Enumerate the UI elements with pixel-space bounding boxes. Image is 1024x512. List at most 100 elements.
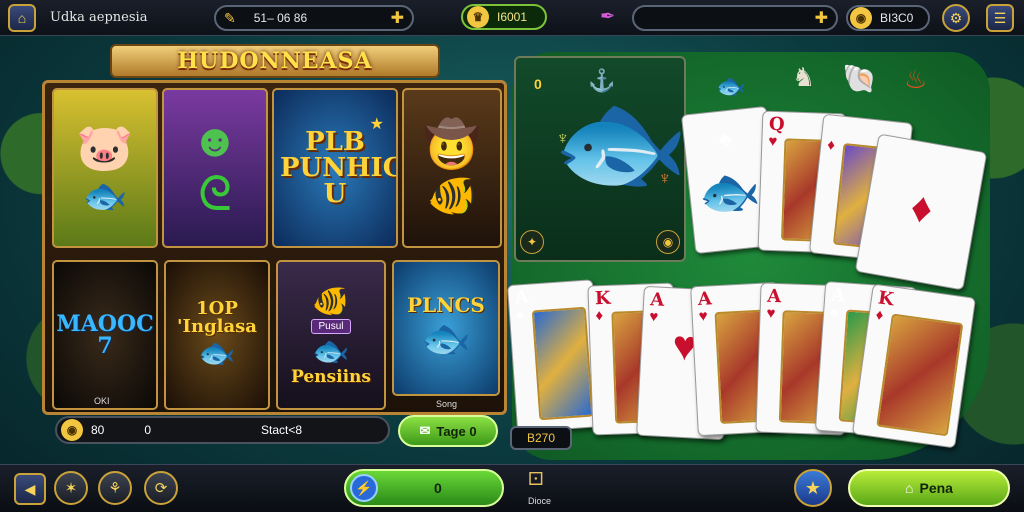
star-icon: ★ [804, 477, 822, 498]
slot-title: HUDONNEASA [177, 48, 373, 74]
slot-status-bar: ◉ 80 0 Stact<8 [55, 416, 390, 444]
gold-coin-icon[interactable]: ◉ [656, 230, 680, 254]
play-button-label: Pena [919, 480, 953, 496]
stats-button[interactable]: ⚘ [98, 471, 132, 505]
slot-tile-label: 1OP 'Inglasa [177, 297, 257, 337]
small-fish-icon[interactable]: 🐟 [716, 72, 746, 101]
sparkle-icon: ✶ [64, 480, 78, 497]
card-suit: ♥ [698, 307, 709, 325]
card-rank: A [766, 285, 782, 308]
red-fish-icon: 🐠 [312, 285, 350, 318]
slot-title-banner: HUDONNEASA [110, 44, 440, 78]
slot-tile-goblin[interactable]: ☻ ᘓ [162, 88, 268, 248]
fish-panel-label: 0 [534, 76, 542, 92]
slot-tile-maooc[interactable]: MAOOC 7 OKI [52, 260, 158, 410]
home-button[interactable]: ⌂ [8, 4, 36, 32]
date-pill[interactable]: ✎ 51– 06 86 ✚ [214, 5, 414, 31]
score-badge: B270 [510, 426, 572, 450]
small-tag-right: Song [436, 399, 458, 409]
settings-button[interactable]: ⚙ [942, 4, 970, 32]
compass-icon[interactable]: ✦ [520, 230, 544, 254]
plus-icon[interactable]: ✚ [815, 8, 828, 28]
tuna-fish-icon: 🐟 [312, 335, 350, 368]
coin-value: 80 [91, 423, 105, 437]
goblin-icon: ☻ [190, 114, 240, 166]
refresh-button[interactable]: ⟳ [144, 471, 178, 505]
gems-pill[interactable]: ◉ BI3C0 [846, 5, 930, 31]
flame-leaf-icon[interactable]: ♨ [904, 64, 927, 95]
center-value: 0 [434, 480, 442, 496]
horse-figure-icon[interactable]: ♞ [792, 62, 815, 93]
app-title: Udka aepnesia [50, 10, 148, 25]
fishing-panel[interactable]: 0 🐟 ⚓ ♆ ♆ ✦ ◉ [514, 56, 689, 262]
pig-creature-icon: 🐷 [76, 120, 134, 173]
tage-button[interactable]: ✉ Tage 0 [398, 415, 498, 447]
card-rank: A [830, 284, 847, 307]
card-rank: K [594, 287, 611, 310]
lightning-icon: ⚡ [350, 474, 378, 502]
card-face-art [531, 306, 594, 421]
card-suit: ♥ [768, 132, 778, 151]
playing-card[interactable]: K ♦ [851, 283, 977, 449]
card-suit: ♦ [874, 306, 885, 325]
gold-crown-icon: ♛ [467, 6, 489, 28]
score-value: B270 [526, 431, 556, 445]
slot-tile-label: PLNCS [407, 292, 485, 317]
lure-left-icon: ♆ [556, 128, 570, 148]
arrow-left-icon: ◀ [24, 480, 36, 497]
card-suit: ♥ [766, 304, 776, 323]
red-fish-icon: 🐠 [427, 174, 477, 218]
plus-icon[interactable]: ✚ [391, 8, 404, 28]
favorite-button[interactable]: ★ [794, 469, 832, 507]
slot-tile-plncs[interactable]: PLNCS 🐟 [392, 260, 500, 396]
slot-tile-pig-fish[interactable]: 🐷 🐟 [52, 88, 158, 248]
card-suit: ♠ [829, 303, 839, 321]
fish-sketch-icon: 🐟 [695, 161, 764, 224]
card-suit: ♦ [826, 136, 836, 154]
date-value: 51– 06 86 [253, 11, 308, 25]
coins-pill[interactable]: ♛ I6001 [461, 4, 547, 30]
card-suit: ♠ [515, 306, 525, 324]
home-icon: ⌂ [17, 10, 27, 26]
slot-tile-label: Pensiins [291, 367, 371, 387]
card-rank: Q [768, 113, 786, 136]
count-value: 0 [144, 423, 152, 437]
coins-value: I6001 [497, 10, 528, 24]
play-button[interactable]: ⌂ Pena [848, 469, 1010, 507]
slot-tile-pensiins[interactable]: 🐠 Pusul 🐟 Pensiins [276, 260, 386, 410]
dice-icon[interactable]: ⚀ [528, 469, 544, 490]
coin-icon: ◉ [61, 419, 83, 441]
back-button[interactable]: ◀ [14, 473, 46, 505]
center-value-bar[interactable]: ⚡ 0 [344, 469, 504, 507]
card-face-art [876, 313, 964, 437]
stack-text: Stact<8 [261, 423, 303, 437]
rewards-button[interactable]: ✶ [54, 471, 88, 505]
coin-stack-icon: ◉ [850, 7, 872, 29]
top-bar: ⌂ Udka aepnesia ✎ 51– 06 86 ✚ ♛ I6001 ✒ … [0, 0, 1024, 36]
shell-icon[interactable]: 🐚 [842, 62, 877, 95]
chart-icon: ⚘ [108, 480, 122, 497]
gems-value: BI3C0 [880, 11, 914, 25]
menu-icon: ☰ [993, 9, 1007, 26]
balance-pill[interactable]: ✚ [632, 5, 838, 31]
menu-button[interactable]: ☰ [986, 4, 1014, 32]
slot-tile-explorer[interactable]: 🤠 🐠 [402, 88, 502, 248]
bottom-bar: ◀ ✶ ⚘ ⟳ ⚡ 0 ⚀ Dioce ★ ⌂ Pena [0, 464, 1024, 512]
slot-tile-label: PLB PUNHIG U [280, 127, 398, 209]
ticket-icon: ✉ [419, 423, 431, 438]
green-swirl-icon: ᘓ [198, 168, 232, 221]
card-pip: ♦ [907, 182, 937, 233]
explorer-girl-icon: 🤠 [423, 118, 481, 170]
purple-fish-icon: 🐟 [421, 316, 471, 361]
card-suit: ♠ [717, 124, 733, 153]
small-tag-pusul: Pusul [311, 319, 351, 334]
star-icon: ★ [369, 116, 384, 133]
lure-right-icon: ♆ [658, 168, 672, 188]
house-icon: ⌂ [905, 480, 914, 496]
tage-button-label: Tage 0 [436, 423, 477, 439]
feather-quill-icon[interactable]: ✒ [600, 6, 615, 27]
card-rank: A [697, 288, 713, 311]
slot-tile-plb-punhig[interactable]: PLB PUNHIG U ★ [272, 88, 398, 248]
slot-tile-1op[interactable]: 1OP 'Inglasa 🐟 [164, 260, 270, 410]
settings-icon: ⚙ [949, 9, 963, 26]
